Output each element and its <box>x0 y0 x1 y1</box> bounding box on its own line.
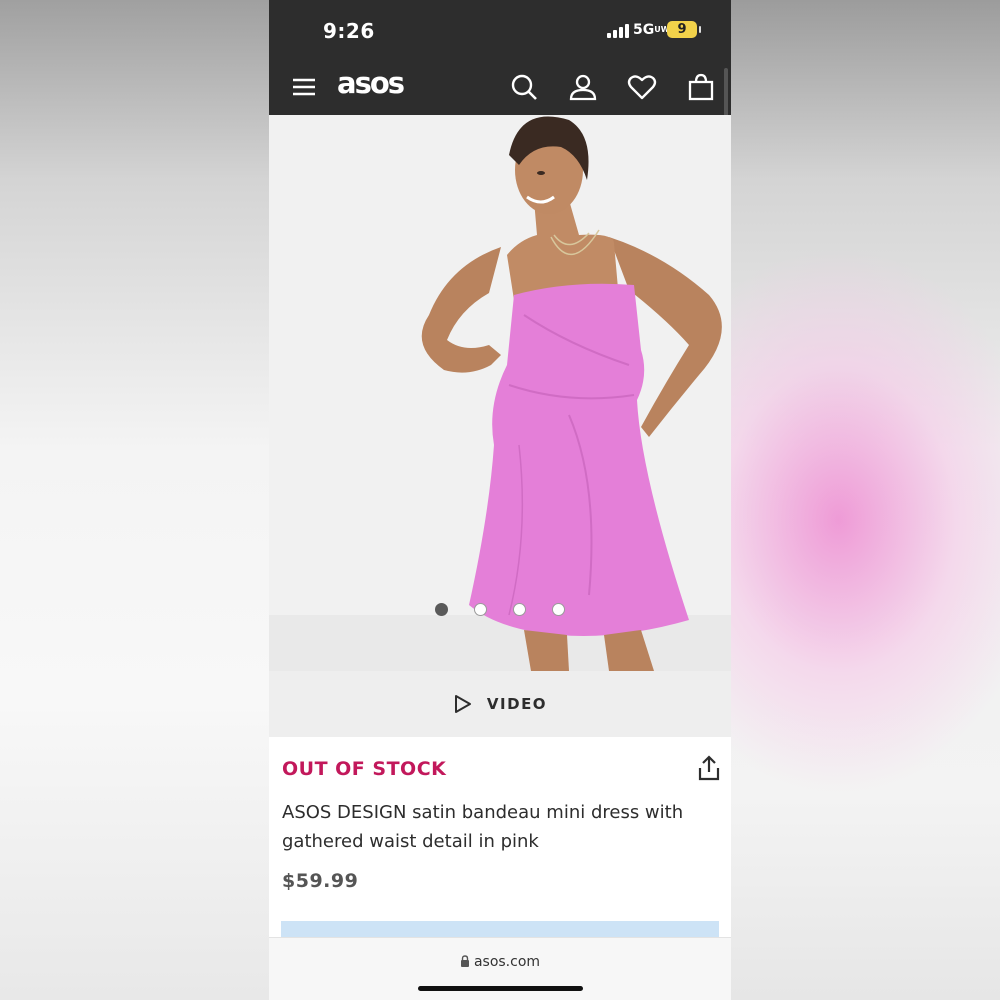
play-icon <box>454 695 471 713</box>
url-text: asos.com <box>473 954 541 970</box>
gallery-dot[interactable] <box>474 603 487 616</box>
background-left <box>0 0 269 1000</box>
top-nav: asos <box>269 60 731 115</box>
user-icon[interactable] <box>568 72 598 102</box>
url-display[interactable]: asos.com <box>269 954 731 970</box>
stock-status: OUT OF STOCK <box>282 758 447 780</box>
product-photo <box>269 115 731 671</box>
gallery-pagination <box>269 603 731 616</box>
search-icon[interactable] <box>509 72 539 102</box>
battery-icon: 9 <box>667 21 701 38</box>
gallery-dot[interactable] <box>435 603 448 616</box>
share-icon[interactable] <box>695 754 723 782</box>
gallery-dot[interactable] <box>552 603 565 616</box>
heart-icon[interactable] <box>627 72 657 102</box>
status-bar: 9:26 5GUW 9 <box>269 0 731 60</box>
lock-icon <box>460 955 469 967</box>
product-price: $59.99 <box>282 870 359 892</box>
video-button[interactable]: VIDEO <box>269 671 731 737</box>
status-time: 9:26 <box>323 19 375 43</box>
phone-screen: 9:26 5GUW 9 asos VIDEO OUT OF STOCK ASOS… <box>269 0 731 1000</box>
gallery-dot[interactable] <box>513 603 526 616</box>
network-label: 5GUW <box>633 22 670 38</box>
browser-url-bar[interactable]: asos.com <box>269 937 731 1000</box>
signal-icon <box>607 22 629 38</box>
hamburger-menu-icon[interactable] <box>289 72 319 102</box>
background-right <box>731 0 1000 1000</box>
bag-icon[interactable] <box>686 72 716 102</box>
product-image-gallery[interactable] <box>269 115 731 671</box>
video-label: VIDEO <box>486 695 548 713</box>
brand-logo[interactable]: asos <box>337 66 405 100</box>
home-indicator[interactable] <box>418 986 583 991</box>
product-title: ASOS DESIGN satin bandeau mini dress wit… <box>282 802 684 852</box>
